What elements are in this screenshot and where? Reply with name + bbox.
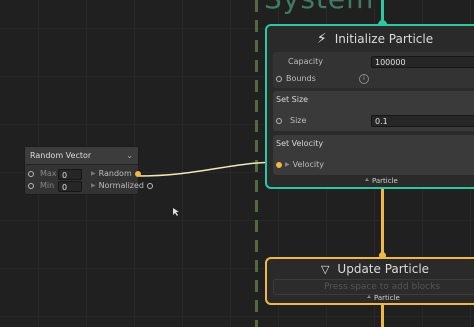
set-velocity-title: Set Velocity xyxy=(276,139,324,148)
min-row: Min xyxy=(28,181,54,190)
max-row: Max xyxy=(28,169,57,178)
max-field[interactable]: 0 xyxy=(58,169,82,180)
min-port[interactable] xyxy=(28,182,34,189)
max-label: Max xyxy=(40,169,57,178)
initialize-output-label: Particle xyxy=(371,176,398,185)
context-settings-block[interactable]: Capacity 100000 Bounds i xyxy=(273,52,474,88)
initialize-particle-context[interactable]: ⚡ Initialize Particle Capacity 100000 Bo… xyxy=(265,24,474,189)
random-vector-title: Random Vector xyxy=(30,151,92,160)
size-row: Size xyxy=(276,116,306,125)
update-particle-context[interactable]: ▽ Update Particle Press space to add blo… xyxy=(265,257,474,305)
velocity-port[interactable] xyxy=(276,161,282,168)
velocity-label: Velocity xyxy=(292,160,325,169)
size-field[interactable]: 0.1 xyxy=(371,115,474,127)
max-port[interactable] xyxy=(28,170,34,177)
normalized-output-row: ▶ Normalized xyxy=(91,181,153,190)
capacity-field[interactable]: 100000 xyxy=(371,56,474,68)
chevron-down-icon[interactable]: ⌄ xyxy=(126,151,133,160)
random-to-velocity-edge[interactable] xyxy=(136,161,281,177)
size-label: Size xyxy=(290,116,307,125)
update-input-label: Particle xyxy=(373,293,400,302)
initialize-header: ⚡ Initialize Particle xyxy=(267,26,474,52)
capacity-row: Capacity xyxy=(288,57,323,66)
bounds-row: Bounds xyxy=(276,74,316,83)
velocity-row: ▶ Velocity xyxy=(276,160,324,169)
random-output-label: Random xyxy=(98,169,132,178)
min-label: Min xyxy=(40,181,55,190)
expand-arrow-icon[interactable]: ▶ xyxy=(91,170,96,177)
particle-output-icon: ⩡ xyxy=(365,176,369,184)
set-size-block[interactable]: Set Size Size 0.1 xyxy=(273,91,474,131)
update-header: ▽ Update Particle xyxy=(267,259,474,279)
normalized-output-label: Normalized xyxy=(98,181,144,190)
triangle-down-icon: ▽ xyxy=(320,262,330,276)
normalized-output-port[interactable] xyxy=(147,182,153,189)
min-field[interactable]: 0 xyxy=(58,181,82,192)
bolt-icon: ⚡ xyxy=(316,31,327,47)
expand-arrow-icon[interactable]: ▶ xyxy=(285,161,290,168)
expand-arrow-icon[interactable]: ▶ xyxy=(91,182,96,189)
initialize-output: ⩡ Particle xyxy=(365,176,398,185)
random-vector-body: Max 0 Min 0 ▶ Random ▶ Normalized xyxy=(25,165,153,195)
set-velocity-block[interactable]: Set Velocity ▶ Velocity xyxy=(273,135,474,175)
update-title: Update Particle xyxy=(337,262,430,276)
set-size-title: Set Size xyxy=(276,95,309,104)
update-input: ⩡ Particle xyxy=(367,293,400,302)
mouse-cursor-icon xyxy=(173,208,179,216)
initialize-title: Initialize Particle xyxy=(334,32,434,46)
particle-input-icon: ⩡ xyxy=(367,293,371,301)
bounds-port[interactable] xyxy=(276,75,282,82)
random-output-row: ▶ Random xyxy=(91,169,141,178)
random-output-port[interactable] xyxy=(134,170,141,177)
size-port[interactable] xyxy=(276,117,282,124)
random-vector-node[interactable]: Random Vector ⌄ Max 0 Min 0 ▶ Random ▶ N… xyxy=(24,146,153,195)
random-vector-header[interactable]: Random Vector ⌄ xyxy=(25,147,138,165)
bounds-info-icon[interactable]: i xyxy=(359,74,369,84)
capacity-label: Capacity xyxy=(288,57,323,66)
bounds-label: Bounds xyxy=(286,74,316,83)
